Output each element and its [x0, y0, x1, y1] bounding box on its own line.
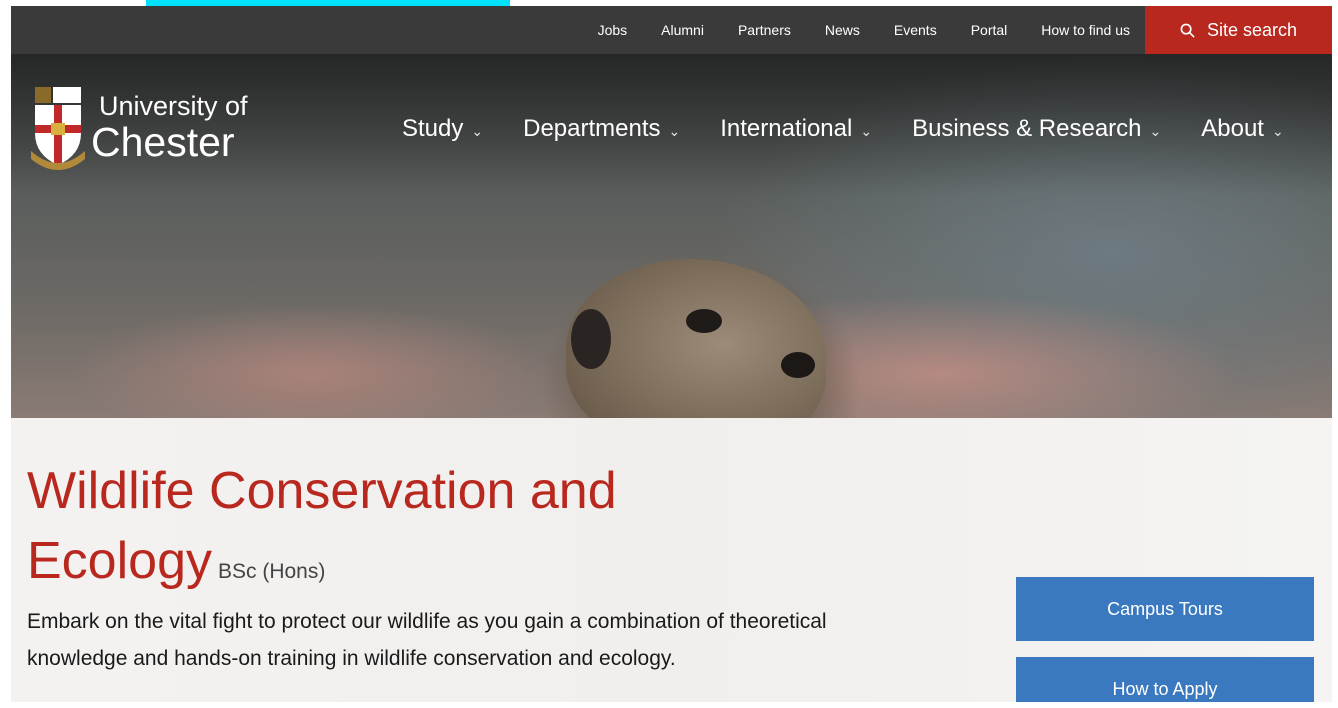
chevron-down-icon: ⌄ [668, 122, 681, 139]
nav-study-label: Study [402, 115, 464, 142]
how-to-apply-button[interactable]: How to Apply [1016, 657, 1314, 708]
nav-about[interactable]: About ⌄ [1201, 115, 1283, 143]
frame-border-bottom [0, 702, 1338, 708]
utility-links: Jobs Alumni Partners News Events Portal … [581, 6, 1147, 54]
chevron-down-icon: ⌄ [1271, 122, 1284, 139]
nav-study[interactable]: Study ⌄ [402, 115, 483, 143]
link-jobs[interactable]: Jobs [581, 6, 645, 54]
link-portal[interactable]: Portal [954, 6, 1025, 54]
link-news[interactable]: News [808, 6, 877, 54]
logo-text: University of Chester [91, 93, 248, 163]
link-partners[interactable]: Partners [721, 6, 808, 54]
nav-business-research-label: Business & Research [912, 115, 1142, 142]
crest-icon [31, 87, 85, 170]
frame-border-right [1332, 0, 1338, 708]
logo-line1: University of [99, 91, 248, 121]
nav-about-label: About [1201, 115, 1264, 142]
link-how-to-find-us[interactable]: How to find us [1024, 6, 1147, 54]
site-search-button[interactable]: Site search [1145, 6, 1332, 54]
link-alumni[interactable]: Alumni [644, 6, 721, 54]
university-logo[interactable]: University of Chester [29, 85, 248, 171]
meerkat-eye [686, 309, 722, 333]
course-title-line2: Ecology [27, 532, 212, 590]
meerkat-ear [571, 309, 611, 369]
main-navigation: Study ⌄ Departments ⌄ International ⌄ Bu… [402, 115, 1284, 143]
page: Jobs Alumni Partners News Events Portal … [0, 0, 1338, 708]
course-intro: Embark on the vital fight to protect our… [27, 610, 827, 670]
degree-type: BSc (Hons) [218, 560, 326, 583]
course-title-line1: Wildlife Conservation and [27, 462, 617, 520]
top-bar: Jobs Alumni Partners News Events Portal … [11, 6, 1332, 54]
nav-departments[interactable]: Departments ⌄ [523, 115, 680, 143]
nav-departments-label: Departments [523, 115, 661, 142]
search-icon [1180, 23, 1195, 38]
frame-border-left [0, 0, 11, 708]
course-title: Wildlife Conservation and Ecology BSc (Ho… [27, 456, 747, 607]
logo-line2: Chester [91, 119, 235, 165]
nav-international[interactable]: International ⌄ [720, 115, 872, 143]
nav-international-label: International [720, 115, 853, 142]
chevron-down-icon: ⌄ [1149, 122, 1162, 139]
link-events[interactable]: Events [877, 6, 954, 54]
chevron-down-icon: ⌄ [471, 122, 484, 139]
site-search-label: Site search [1206, 19, 1298, 40]
campus-tours-button[interactable]: Campus Tours [1016, 577, 1314, 641]
chevron-down-icon: ⌄ [860, 122, 873, 139]
nav-business-research[interactable]: Business & Research ⌄ [912, 115, 1161, 143]
meerkat-nose [781, 352, 815, 378]
